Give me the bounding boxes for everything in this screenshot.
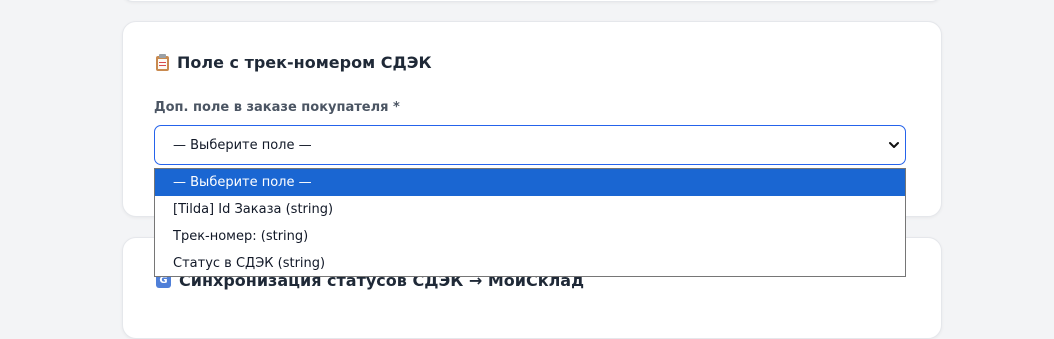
dropdown-option[interactable]: Трек-номер: (string): [155, 223, 905, 250]
dropdown-option[interactable]: — Выберите поле —: [155, 169, 905, 196]
select-value: — Выберите поле —: [173, 137, 312, 153]
section-header: Поле с трек-номером СДЭК: [156, 53, 432, 72]
select-dropdown-list: — Выберите поле — [Tilda] Id Заказа (str…: [154, 168, 906, 277]
field-label: Доп. поле в заказе покупателя *: [154, 100, 400, 115]
clipboard-icon: [156, 54, 169, 71]
dropdown-option[interactable]: [Tilda] Id Заказа (string): [155, 196, 905, 223]
chevron-down-icon: [889, 142, 899, 148]
dropdown-option[interactable]: Статус в СДЭК (string): [155, 250, 905, 277]
previous-card: [122, 0, 942, 2]
field-select[interactable]: — Выберите поле —: [154, 125, 906, 165]
section-title: Поле с трек-номером СДЭК: [177, 53, 432, 72]
